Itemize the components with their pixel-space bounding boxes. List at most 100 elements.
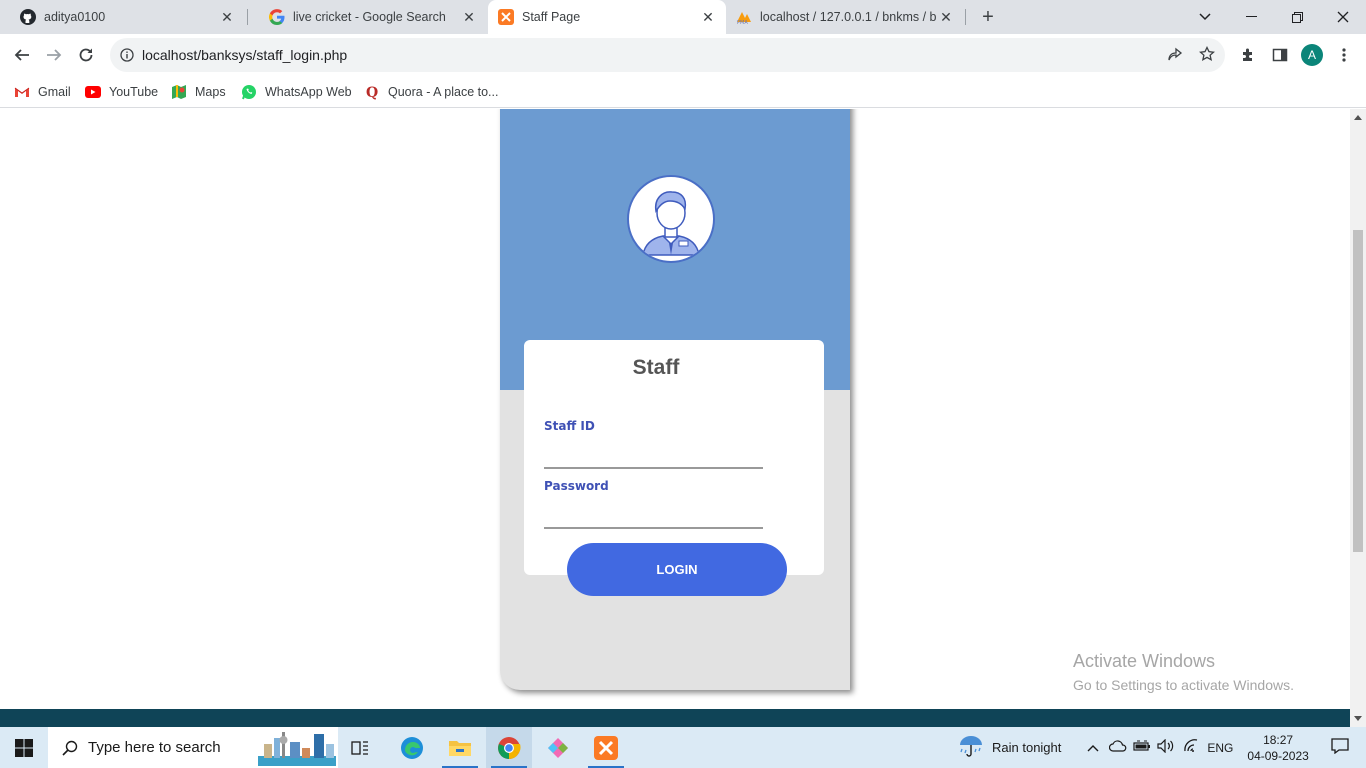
extensions-icon[interactable] — [1232, 39, 1264, 71]
chrome-icon — [498, 736, 521, 759]
svg-text:Q: Q — [366, 85, 378, 100]
system-tray: Rain tonight ENG 18:27 04-09-2023 — [958, 727, 1349, 768]
folder-icon — [449, 740, 471, 756]
weather-rain-icon[interactable] — [958, 734, 984, 761]
vertical-scrollbar[interactable] — [1350, 109, 1366, 727]
tab-title: localhost / 127.0.0.1 / bnkms / ba — [760, 10, 936, 24]
page-viewport: Staff Staff ID Password LOGIN Activate W… — [0, 109, 1350, 709]
new-tab-button[interactable]: + — [976, 5, 1000, 29]
bookmark-youtube[interactable]: YouTube — [85, 82, 158, 102]
restore-button[interactable] — [1274, 0, 1320, 34]
windows-logo-icon — [15, 738, 33, 757]
onedrive-cloud-icon[interactable] — [1109, 740, 1127, 755]
xampp-icon — [594, 735, 618, 760]
scroll-up-icon[interactable] — [1354, 114, 1362, 120]
back-button[interactable] — [6, 39, 38, 71]
clock-date: 04-09-2023 — [1247, 748, 1309, 763]
tab-title: Staff Page — [522, 10, 581, 24]
minimize-button[interactable] — [1228, 0, 1274, 34]
notification-icon[interactable] — [1331, 738, 1349, 757]
xampp-icon — [498, 9, 514, 25]
bookmark-maps[interactable]: Maps — [171, 82, 226, 102]
staff-id-input[interactable] — [544, 441, 763, 469]
staff-id-label: Staff ID — [544, 419, 595, 433]
bookmark-gmail[interactable]: Gmail — [14, 82, 71, 102]
language-indicator[interactable]: ENG — [1207, 741, 1233, 755]
tab-phpmyadmin[interactable]: PMA localhost / 127.0.0.1 / bnkms / ba ✕ — [728, 0, 964, 34]
tab-search-icon[interactable] — [1182, 0, 1228, 34]
app-diamond-icon — [548, 737, 568, 758]
google-icon — [269, 9, 285, 25]
bookmark-label: WhatsApp Web — [265, 85, 352, 99]
menu-kebab-icon[interactable] — [1328, 39, 1360, 71]
bookmark-star-icon[interactable] — [1198, 45, 1216, 67]
weather-text[interactable]: Rain tonight — [992, 740, 1061, 755]
tab-separator — [247, 9, 248, 25]
activate-windows-subtitle: Go to Settings to activate Windows. — [1073, 677, 1294, 693]
reload-button[interactable] — [70, 39, 102, 71]
tab-strip: aditya0100 ✕ live cricket - Google Searc… — [0, 0, 1366, 34]
browser-toolbar: localhost/banksys/staff_login.php A — [0, 34, 1366, 76]
address-bar[interactable]: localhost/banksys/staff_login.php — [110, 38, 1225, 72]
activate-windows-title: Activate Windows — [1073, 651, 1216, 671]
scroll-down-icon[interactable] — [1354, 716, 1362, 722]
taskbar-edge[interactable] — [390, 727, 434, 768]
page-footer-band — [0, 709, 1350, 727]
bookmark-quora[interactable]: Q Quora - A place to... — [364, 82, 498, 102]
clock[interactable]: 18:27 04-09-2023 — [1247, 732, 1308, 764]
login-form: Staff Staff ID Password — [524, 340, 824, 575]
wifi-icon[interactable] — [1183, 739, 1199, 756]
password-input[interactable] — [544, 501, 763, 529]
site-info-icon[interactable] — [120, 48, 134, 67]
staff-avatar-icon — [627, 175, 715, 263]
bookmarks-bar: Gmail YouTube Maps WhatsApp Web Q Quora … — [0, 76, 1366, 108]
svg-text:PMA: PMA — [737, 20, 748, 25]
edge-icon — [401, 736, 423, 759]
search-icon — [62, 740, 78, 756]
youtube-icon — [85, 84, 101, 100]
taskbar-search-box[interactable]: Type here to search — [48, 727, 338, 768]
bookmark-label: Quora - A place to... — [388, 85, 499, 99]
profile-avatar[interactable]: A — [1296, 39, 1328, 71]
close-tab-icon[interactable]: ✕ — [217, 7, 237, 27]
maps-icon — [171, 84, 187, 100]
tab-google-search[interactable]: live cricket - Google Search ✕ — [249, 0, 487, 34]
quora-icon: Q — [364, 84, 380, 100]
clock-time: 18:27 — [1263, 732, 1294, 747]
form-title: Staff — [632, 356, 680, 379]
password-label: Password — [544, 479, 609, 493]
taskbar-xampp[interactable] — [584, 727, 628, 768]
taskbar-app-diamond[interactable] — [536, 727, 580, 768]
bookmark-label: Maps — [195, 85, 226, 99]
side-panel-icon[interactable] — [1264, 39, 1296, 71]
scrollbar-thumb[interactable] — [1353, 230, 1363, 552]
search-highlight-city-icon — [258, 732, 336, 766]
task-view-button[interactable] — [340, 727, 380, 768]
tab-staff-page[interactable]: Staff Page ✕ — [488, 0, 726, 34]
close-tab-icon[interactable]: ✕ — [698, 7, 718, 27]
bookmark-whatsapp[interactable]: WhatsApp Web — [241, 82, 352, 102]
tab-github[interactable]: aditya0100 ✕ — [0, 0, 245, 34]
gmail-icon — [14, 84, 30, 100]
profile-initial: A — [1301, 44, 1323, 66]
share-icon[interactable] — [1167, 47, 1183, 68]
close-window-button[interactable] — [1320, 0, 1366, 34]
speaker-icon[interactable] — [1157, 738, 1175, 756]
start-button[interactable] — [0, 727, 48, 768]
bookmark-label: Gmail — [38, 85, 71, 99]
phpmyadmin-icon: PMA — [736, 9, 752, 25]
bookmark-label: YouTube — [109, 85, 159, 99]
url-text: localhost/banksys/staff_login.php — [142, 47, 348, 63]
tab-title: live cricket - Google Search — [293, 10, 446, 24]
taskbar-chrome[interactable] — [486, 727, 532, 768]
close-tab-icon[interactable]: ✕ — [936, 7, 956, 27]
forward-button[interactable] — [38, 39, 70, 71]
chevron-up-icon[interactable] — [1087, 740, 1099, 755]
battery-icon[interactable] — [1133, 740, 1151, 755]
github-icon — [20, 9, 36, 25]
task-view-icon — [351, 740, 368, 755]
login-button[interactable]: LOGIN — [567, 543, 787, 596]
taskbar-file-explorer[interactable] — [438, 727, 482, 768]
tab-title: aditya0100 — [44, 10, 106, 24]
close-tab-icon[interactable]: ✕ — [459, 7, 479, 27]
